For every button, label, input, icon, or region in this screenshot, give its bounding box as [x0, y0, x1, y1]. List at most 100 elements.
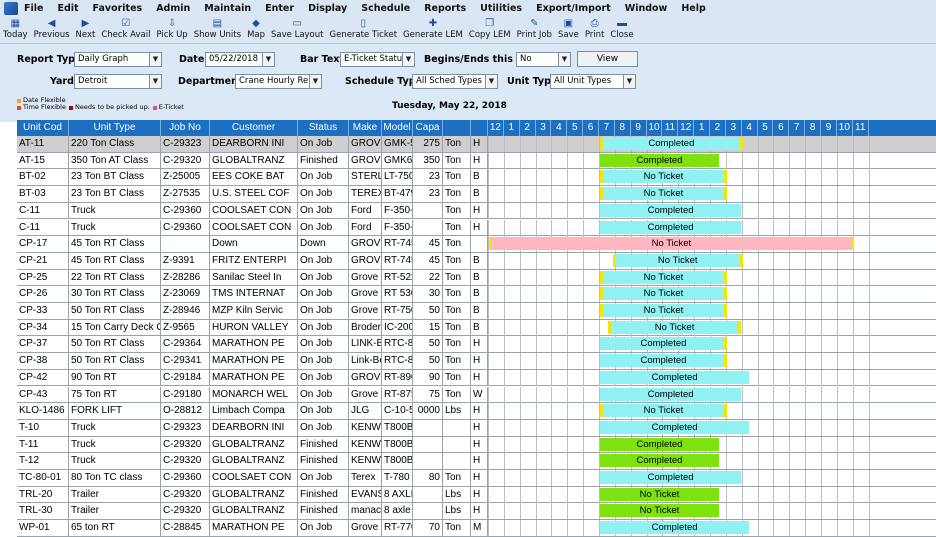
hour-header[interactable]: 4 [551, 120, 568, 136]
menu-file[interactable]: File [24, 3, 43, 14]
hour-header[interactable]: 12 [678, 120, 695, 136]
column-header[interactable] [443, 120, 471, 136]
hour-header[interactable]: 6 [773, 120, 790, 136]
hour-header[interactable]: 8 [615, 120, 631, 136]
schedule-bar[interactable]: Completed [600, 471, 742, 484]
schedule-bar[interactable]: No Ticket [600, 304, 727, 317]
print-button[interactable]: ⎙ Print [582, 17, 608, 44]
schedule-bar[interactable]: No Ticket [600, 170, 727, 184]
table-row[interactable]: CP-34 15 Ton Carry Deck C Z-9565 HURON VALL… [17, 319, 936, 337]
save-button[interactable]: ▣ Save [555, 17, 582, 44]
menu-favorites[interactable]: Favorites [93, 3, 143, 14]
generate-lem-button[interactable]: ✚ Generate LEM [400, 17, 466, 44]
schedule-bar[interactable]: No Ticket [489, 237, 854, 251]
hour-header[interactable]: 1 [504, 120, 520, 136]
schedule-bar[interactable]: Completed [600, 387, 742, 401]
show-units-button[interactable]: ▤ Show Units [191, 17, 244, 44]
menu-reports[interactable]: Reports [424, 3, 466, 14]
hour-header[interactable]: 7 [789, 120, 806, 136]
schedule-bar[interactable]: Completed [600, 454, 719, 468]
menu-window[interactable]: Window [625, 3, 668, 14]
schedule-bar[interactable]: Completed [600, 354, 727, 368]
save-layout-button[interactable]: ▭ Save Layout [268, 17, 326, 44]
hour-header[interactable]: 2 [520, 120, 536, 136]
table-row[interactable]: T-12 Truck C-29320 GLOBALTRANZ Finished KENW(… [17, 453, 936, 470]
menu-enter[interactable]: Enter [265, 3, 294, 14]
report-type-select[interactable]: Daily Graph ▼ [74, 52, 162, 67]
schedule-bar[interactable]: Completed [600, 220, 742, 234]
schedule-bar[interactable]: No Ticket [600, 187, 727, 201]
column-header[interactable]: Unit Cod [17, 120, 69, 136]
schedule-bar[interactable]: Completed [600, 521, 750, 535]
schedule-bar[interactable]: No Ticket [600, 487, 719, 501]
table-row[interactable]: CP-33 50 Ton RT Class Z-28946 MZP Kiln Serv… [17, 303, 936, 320]
menu-display[interactable]: Display [308, 3, 347, 14]
hour-header[interactable]: 5 [567, 120, 584, 136]
print-job-button[interactable]: ✎ Print Job [514, 17, 555, 44]
hour-header[interactable]: 3 [536, 120, 552, 136]
table-row[interactable]: CP-21 45 Ton RT Class Z-9391 FRITZ ENTERPI O… [17, 252, 936, 270]
pick-up-button[interactable]: ⇩ Pick Up [153, 17, 190, 44]
schedule-bar[interactable]: Completed [600, 370, 750, 384]
table-row[interactable]: AT-11 220 Ton Class C-29323 DEARBORN INI On … [17, 136, 936, 153]
schedule-bar[interactable]: Completed [600, 203, 742, 217]
hour-header[interactable]: 2 [710, 120, 726, 136]
hour-header[interactable]: 3 [726, 120, 742, 136]
schedule-bar[interactable]: Completed [600, 420, 750, 434]
check-avail-button[interactable]: ☑ Check Avail [98, 17, 153, 44]
hour-header[interactable]: 9 [631, 120, 647, 136]
column-header[interactable]: Model [382, 120, 413, 136]
table-row[interactable]: BT-02 23 Ton BT Class Z-25005 EES COKE BAT O… [17, 169, 936, 187]
hour-header[interactable]: 6 [583, 120, 600, 136]
hour-header[interactable]: 11 [662, 120, 679, 136]
map-button[interactable]: ◆ Map [244, 17, 268, 44]
schedule-bar[interactable]: Completed [600, 337, 727, 351]
column-header[interactable]: Capa [413, 120, 443, 136]
menu-admin[interactable]: Admin [156, 3, 190, 14]
menu-maintain[interactable]: Maintain [204, 3, 251, 14]
hour-header[interactable]: 12 [488, 120, 504, 136]
hour-header[interactable]: 8 [805, 120, 822, 136]
table-row[interactable]: TRL-20 Trailer C-29320 GLOBALTRANZ Finished E… [17, 486, 936, 504]
table-row[interactable]: CP-25 22 Ton RT Class Z-28286 Sanilac Steel… [17, 269, 936, 287]
table-row[interactable]: TRL-30 Trailer C-29320 GLOBALTRANZ Finished m… [17, 503, 936, 521]
column-header[interactable]: Make [349, 120, 382, 136]
table-row[interactable]: CP-43 75 Ton RT C-29180 MONARCH WEL On Job Gr… [17, 386, 936, 404]
table-row[interactable]: T-10 Truck C-29323 DEARBORN INI On Job KENW(T… [17, 419, 936, 437]
menu-export-import[interactable]: Export/Import [536, 3, 611, 14]
department-select[interactable]: Crane Hourly Rent ▼ [235, 74, 322, 89]
hour-header[interactable]: 9 [821, 120, 837, 136]
table-row[interactable]: CP-1745 Ton RT ClassDownDownGROVERT-7454… [17, 236, 936, 253]
table-row[interactable]: CP-38 50 Ton RT Class C-29341 MARATHON PE On… [17, 353, 936, 370]
schedule-bar[interactable]: No Ticket [607, 320, 742, 334]
next-button[interactable]: ▶ Next [73, 17, 99, 44]
menu-utilities[interactable]: Utilities [480, 3, 522, 14]
view-button[interactable]: View [577, 51, 638, 67]
table-row[interactable]: WP-01 65 ton RT C-28845 MARATHON PE On Job Gr… [17, 520, 936, 537]
schedule-bar[interactable]: Completed [600, 153, 719, 167]
menu-schedule[interactable]: Schedule [361, 3, 410, 14]
hour-header[interactable]: 5 [758, 120, 774, 136]
today-button[interactable]: ▦ Today [0, 17, 31, 44]
yard-select[interactable]: Detroit ▼ [74, 74, 162, 89]
table-row[interactable]: TC-80-01 80 Ton TC class C-29360 COOLSAET C… [17, 470, 936, 487]
hour-header[interactable]: 10 [647, 120, 663, 136]
date-select[interactable]: 05/22/2018 ▼ [205, 52, 275, 67]
column-header[interactable]: Status [298, 120, 349, 136]
hour-header[interactable]: 4 [742, 120, 758, 136]
column-header[interactable]: Customer [210, 120, 298, 136]
schedule-bar[interactable]: No Ticket [612, 253, 743, 267]
previous-button[interactable]: ◀ Previous [31, 17, 73, 44]
unit-type-select[interactable]: All Unit Types ▼ [550, 74, 636, 89]
table-row[interactable]: CP-37 50 Ton RT Class C-29364 MARATHON PE On… [17, 336, 936, 354]
schedule-bar[interactable]: No Ticket [600, 504, 719, 518]
generate-ticket-button[interactable]: ▯ Generate Ticket [326, 17, 400, 44]
column-header[interactable]: Job No [161, 120, 210, 136]
hour-header[interactable]: 10 [837, 120, 853, 136]
hour-header[interactable]: 11 [853, 120, 869, 136]
hour-header[interactable]: 1 [694, 120, 711, 136]
menu-edit[interactable]: Edit [57, 3, 78, 14]
table-row[interactable]: KLO-1486 FORK LIFT O-28812 Limbach Compa On … [17, 403, 936, 420]
column-header[interactable]: Unit Type [69, 120, 161, 136]
table-row[interactable]: BT-03 23 Ton BT Class Z-27535 U.S. STEEL CO… [17, 186, 936, 203]
